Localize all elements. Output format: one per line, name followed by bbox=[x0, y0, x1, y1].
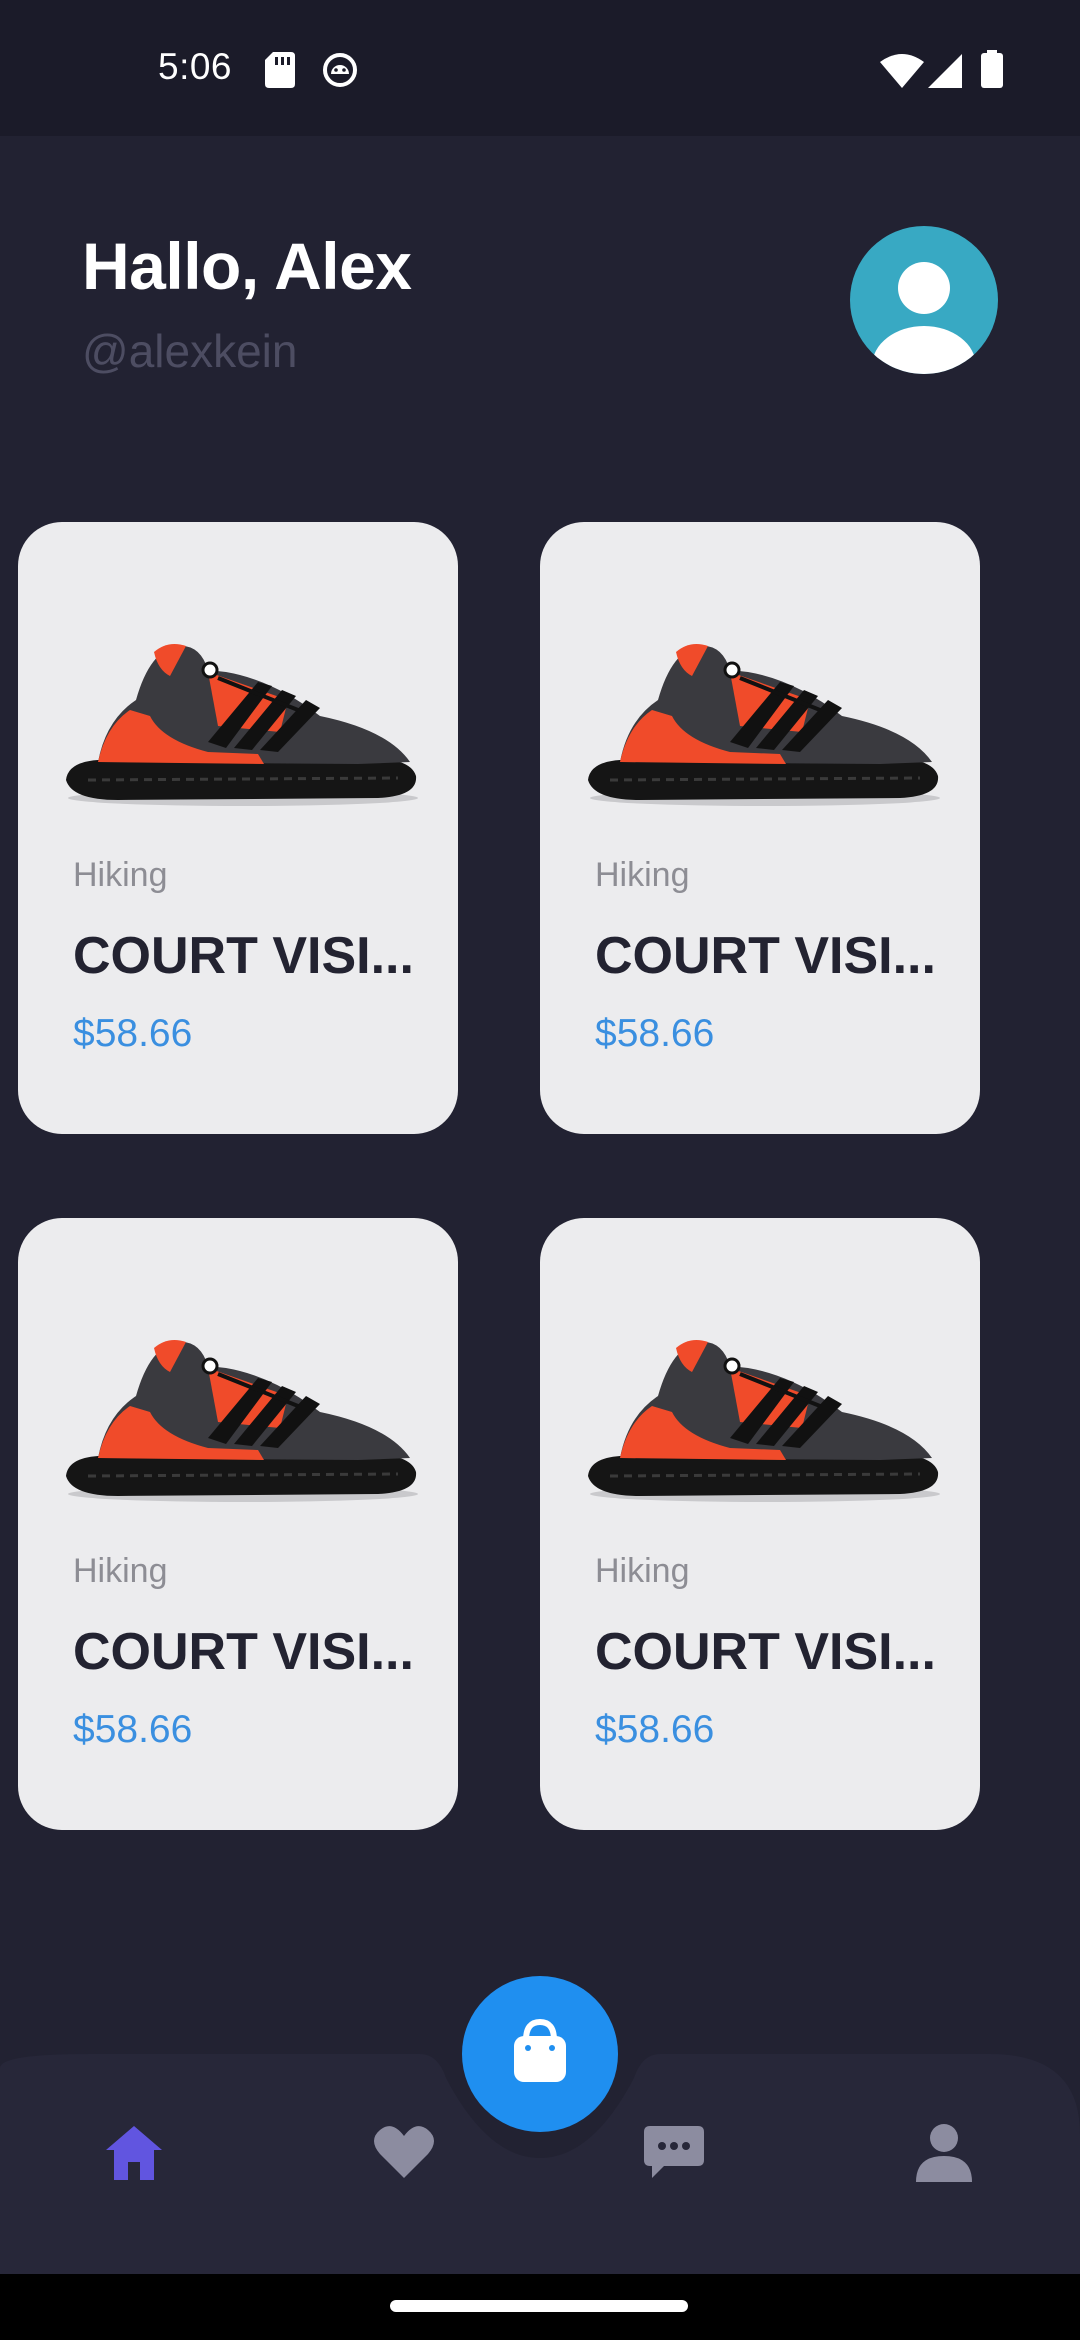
nav-messages-button[interactable] bbox=[644, 2124, 704, 2185]
nav-profile-button[interactable] bbox=[916, 2124, 972, 2187]
status-time: 5:06 bbox=[158, 46, 233, 87]
product-category: Hiking bbox=[595, 856, 690, 894]
heart-icon bbox=[374, 2126, 434, 2178]
product-price: $58.66 bbox=[595, 1708, 715, 1751]
nav-favorites-button[interactable] bbox=[374, 2124, 434, 2183]
user-handle: @alexkein bbox=[82, 325, 298, 377]
product-card[interactable]: Hiking COURT VISI... $58.66 bbox=[18, 1218, 458, 1830]
product-name: COURT VISI... bbox=[595, 1623, 935, 1681]
home-indicator[interactable] bbox=[390, 2300, 688, 2312]
shopping-bag-icon bbox=[514, 2018, 566, 2082]
greeting-title: Hallo, Alex bbox=[82, 229, 412, 303]
profile-icon bbox=[916, 2124, 972, 2182]
product-name: COURT VISI... bbox=[595, 927, 935, 985]
battery-icon bbox=[981, 50, 1003, 93]
product-category: Hiking bbox=[595, 1552, 690, 1590]
cart-fab-button[interactable] bbox=[462, 1976, 618, 2132]
product-name: COURT VISI... bbox=[73, 927, 413, 985]
product-category: Hiking bbox=[73, 856, 168, 894]
status-bar: 5:06 bbox=[0, 0, 1080, 136]
product-card[interactable]: Hiking COURT VISI... $58.66 bbox=[540, 522, 980, 1134]
product-name: COURT VISI... bbox=[73, 1623, 413, 1681]
product-card[interactable]: Hiking COURT VISI... $58.66 bbox=[540, 1218, 980, 1830]
avatar[interactable] bbox=[850, 226, 998, 374]
wifi-icon bbox=[880, 54, 924, 93]
sneaker-image bbox=[64, 642, 420, 808]
sneaker-image bbox=[586, 642, 942, 808]
product-card[interactable]: Hiking COURT VISI... $58.66 bbox=[18, 522, 458, 1134]
sneaker-image bbox=[64, 1338, 420, 1504]
signal-icon bbox=[928, 54, 962, 93]
sneaker-image bbox=[586, 1338, 942, 1504]
nav-home-button[interactable] bbox=[104, 2124, 164, 2185]
sd-card-icon bbox=[265, 52, 295, 93]
person-icon bbox=[872, 262, 976, 374]
home-icon bbox=[106, 2126, 162, 2180]
android-debug-icon bbox=[322, 52, 358, 93]
product-category: Hiking bbox=[73, 1552, 168, 1590]
product-price: $58.66 bbox=[595, 1012, 715, 1055]
product-price: $58.66 bbox=[73, 1012, 193, 1055]
chat-icon bbox=[644, 2126, 704, 2178]
product-price: $58.66 bbox=[73, 1708, 193, 1751]
